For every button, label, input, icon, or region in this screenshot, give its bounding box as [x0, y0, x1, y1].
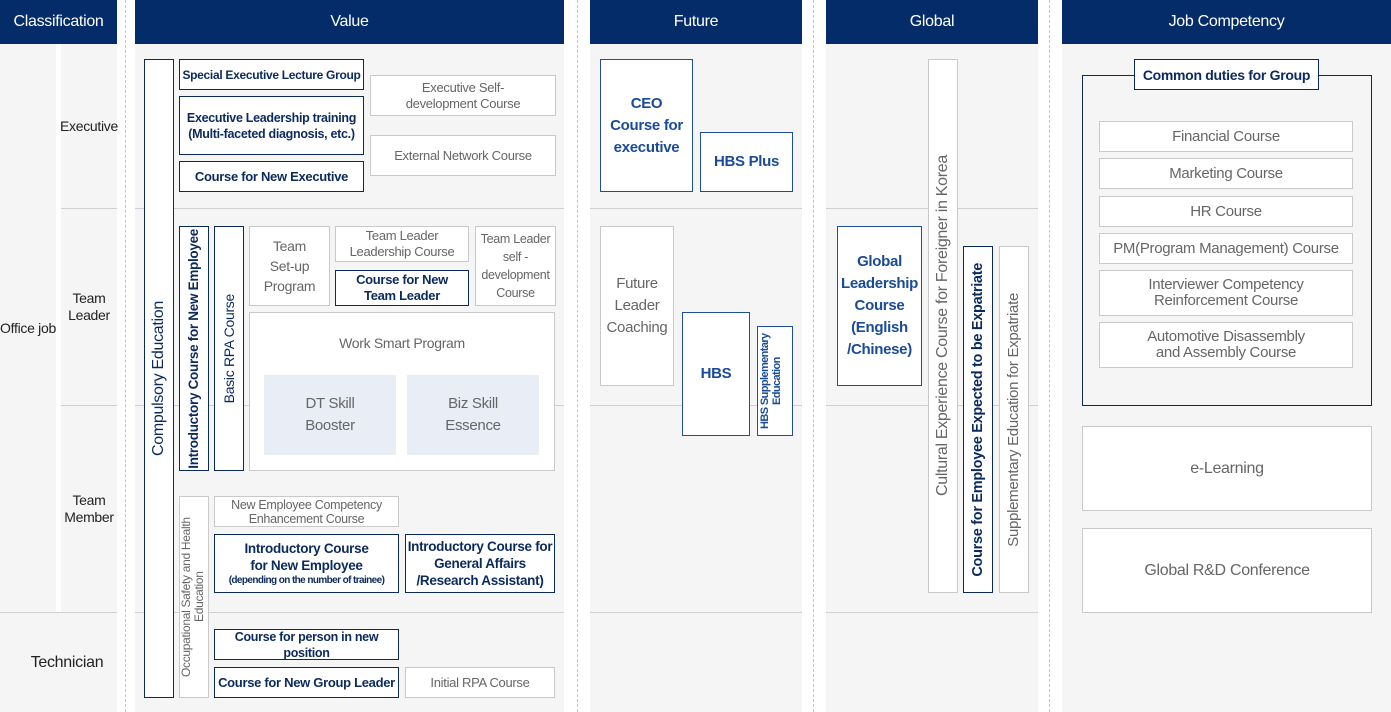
e-learning[interactable]: e-Learning	[1082, 426, 1372, 511]
header-future: Future	[590, 0, 802, 44]
column-divider	[1049, 0, 1050, 712]
course-new-team-leader[interactable]: Course for New Team Leader	[335, 270, 469, 306]
interviewer-competency-course[interactable]: Interviewer Competency Reinforcement Cou…	[1099, 270, 1353, 316]
hr-course[interactable]: HR Course	[1099, 196, 1353, 227]
course-expected-expatriate[interactable]: Course for Employee Expected to be Expat…	[963, 246, 993, 593]
column-divider	[125, 0, 126, 712]
supplementary-education-expatriate[interactable]: Supplementary Education for Expatriate	[999, 246, 1029, 593]
basic-rpa-course[interactable]: Basic RPA Course	[214, 226, 244, 471]
header-global: Global	[826, 0, 1038, 44]
initial-rpa-course[interactable]: Initial RPA Course	[405, 667, 555, 698]
header-classification: Classification	[0, 0, 117, 44]
occupational-safety-label: Occupational Safety and Health Education	[179, 517, 206, 677]
executive-self-development-course[interactable]: Executive Self-development Course	[370, 75, 556, 116]
financial-course[interactable]: Financial Course	[1099, 121, 1353, 152]
row-divider	[135, 208, 564, 209]
header-job-competency: Job Competency	[1062, 0, 1391, 44]
cultural-experience-course[interactable]: Cultural Experience Course for Foreigner…	[928, 59, 958, 593]
hbs-supplementary-education[interactable]: HBS Supplementary Education	[757, 326, 793, 436]
label-team-member: Team Member	[64, 491, 114, 525]
occupational-safety-education[interactable]: Occupational Safety and Health Education	[179, 496, 209, 698]
team-leader-self-development-course[interactable]: Team Leader self -development Course	[475, 226, 556, 306]
label-office-job: Office job	[0, 319, 56, 336]
global-rnd-conference[interactable]: Global R&D Conference	[1082, 528, 1372, 613]
label-team-leader: Team Leader	[68, 289, 110, 323]
hbs-supplementary-label: HBS Supplementary Education	[759, 333, 783, 429]
special-executive-lecture-group[interactable]: Special Executive Lecture Group	[179, 59, 364, 90]
header-future-label: Future	[673, 13, 719, 30]
compulsory-education-label: Compulsory Education	[150, 301, 167, 456]
header-value-label: Value	[330, 13, 369, 30]
introductory-course-general-affairs[interactable]: Introductory Course for General Affairs …	[405, 534, 555, 593]
executive-leadership-training[interactable]: Executive Leadership training (Multi-fac…	[179, 96, 364, 155]
course-person-new-position[interactable]: Course for person in new position	[214, 629, 399, 660]
hbs[interactable]: HBS	[682, 312, 750, 436]
row-divider	[590, 208, 802, 209]
label-executive: Executive	[60, 117, 118, 134]
common-duties-title: Common duties for Group	[1134, 59, 1319, 90]
column-divider	[577, 0, 578, 712]
ceo-course-executive[interactable]: CEO Course for executive	[600, 59, 693, 192]
supplementary-expatriate-label: Supplementary Education for Expatriate	[1005, 292, 1022, 547]
course-expected-expatriate-label: Course for Employee Expected to be Expat…	[970, 262, 986, 577]
marketing-course[interactable]: Marketing Course	[1099, 158, 1353, 189]
header-job-competency-label: Job Competency	[1168, 13, 1285, 30]
team-leader-leadership-course[interactable]: Team Leader Leadership Course	[335, 226, 469, 262]
external-network-course[interactable]: External Network Course	[370, 135, 556, 176]
pm-course[interactable]: PM(Program Management) Course	[1099, 233, 1353, 264]
header-classification-label: Classification	[13, 13, 104, 30]
team-setup-program[interactable]: Team Set-up Program	[249, 226, 330, 306]
introductory-course-vertical-label: Introductory Course for New Employee	[186, 228, 201, 469]
compulsory-education[interactable]: Compulsory Education	[144, 59, 174, 698]
column-divider	[813, 0, 814, 712]
future-leader-coaching[interactable]: Future Leader Coaching	[600, 226, 674, 386]
dt-skill-booster[interactable]: DT Skill Booster	[264, 375, 396, 455]
work-smart-program-label: Work Smart Program	[339, 335, 465, 351]
introductory-course-note: (depending on the number of trainee)	[228, 574, 385, 586]
cultural-experience-label: Cultural Experience Course for Foreigner…	[934, 155, 951, 497]
header-global-label: Global	[909, 13, 955, 30]
row-divider	[590, 612, 802, 613]
basic-rpa-course-label: Basic RPA Course	[221, 293, 237, 404]
introductory-course-title: Introductory Course for New Employee	[244, 540, 369, 573]
header-value: Value	[135, 0, 564, 44]
introductory-course-new-employee-vertical[interactable]: Introductory Course for New Employee	[179, 226, 209, 471]
course-new-executive[interactable]: Course for New Executive	[179, 161, 364, 192]
row-divider	[826, 612, 1038, 613]
hbs-plus[interactable]: HBS Plus	[700, 132, 793, 192]
course-new-group-leader[interactable]: Course for New Group Leader	[214, 667, 399, 698]
new-employee-competency-course[interactable]: New Employee Competency Enhancement Cour…	[214, 496, 399, 527]
automotive-disassembly-course[interactable]: Automotive Disassembly and Assembly Cour…	[1099, 322, 1353, 368]
biz-skill-essence[interactable]: Biz Skill Essence	[407, 375, 539, 455]
label-technician: Technician	[30, 653, 104, 671]
introductory-course-new-employee[interactable]: Introductory Course for New Employee (de…	[214, 534, 399, 593]
global-leadership-course[interactable]: Global Leadership Course (English /Chine…	[837, 226, 922, 386]
